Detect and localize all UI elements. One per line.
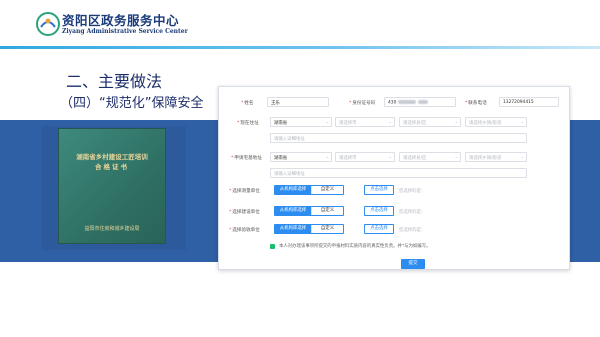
certificate-subtitle: 合格证书 [95, 163, 129, 171]
build-from-list-option[interactable]: 从机构库选择 [275, 207, 311, 215]
current-address-detail-field[interactable]: 请输入详细地址 [270, 133, 527, 143]
current-county-select[interactable]: 请选择县/区 ⌄ [399, 117, 461, 127]
submit-button[interactable]: 提交 [401, 259, 425, 269]
apply-city-select[interactable]: 请选择市 ⌄ [335, 152, 395, 162]
survey-pick-hint: 您选择的是： [399, 189, 426, 194]
phone-label: *联系电话 [465, 101, 487, 106]
id-label: *身份证号码 [349, 101, 376, 106]
apply-province-select[interactable]: 湖南省 ⌄ [270, 152, 332, 162]
survey-custom-option[interactable]: 自定义 [311, 186, 343, 194]
apply-address-detail-field[interactable]: 请输入详细地址 [270, 168, 527, 178]
application-form: *姓名 王乐 *身份证号码 430 *联系电话 13272094415 *现在住… [218, 86, 570, 270]
accept-unit-mode-toggle[interactable]: 从机构库选择 自定义 [274, 224, 344, 234]
apply-county-select[interactable]: 请选择县/区 ⌄ [399, 152, 461, 162]
accept-from-list-option[interactable]: 从机构库选择 [275, 225, 311, 233]
brand-name-cn: 资阳区政务服务中心 [62, 13, 180, 28]
slide-subtitle: （四）“规范化”保障安全 [60, 96, 204, 111]
certificate-issuer: 益阳市住房和城乡建设局 [84, 226, 140, 232]
build-pick-button[interactable]: 点击选择 [364, 206, 394, 216]
current-province-select[interactable]: 湖南省 ⌄ [270, 117, 332, 127]
brand-name-en: Ziyang Administrative Service Center [62, 28, 188, 35]
header-divider [0, 46, 600, 49]
certificate-title: 湖南省乡村建设工匠培训 [76, 153, 148, 161]
name-label: *姓名 [241, 101, 254, 106]
survey-pick-button[interactable]: 点击选择 [364, 185, 394, 195]
build-pick-hint: 您选择的是： [399, 210, 426, 215]
build-unit-label: *选择建设单位 [229, 210, 260, 215]
apply-town-select[interactable]: 请选择乡镇/街道 ⌄ [465, 152, 527, 162]
current-town-select[interactable]: 请选择乡镇/街道 ⌄ [465, 117, 527, 127]
survey-unit-label: *选择测量单位 [229, 189, 260, 194]
build-custom-option[interactable]: 自定义 [311, 207, 343, 215]
phone-field[interactable]: 13272094415 [499, 97, 559, 107]
id-number-field[interactable]: 430 [384, 97, 456, 107]
presentation-slide: 资阳区政务服务中心 Ziyang Administrative Service … [0, 0, 600, 337]
accept-custom-option[interactable]: 自定义 [311, 225, 343, 233]
accept-pick-hint: 您选择的是： [399, 228, 426, 233]
build-unit-mode-toggle[interactable]: 从机构库选择 自定义 [274, 206, 344, 216]
name-field[interactable]: 王乐 [267, 97, 329, 107]
certificate-photo: 湖南省乡村建设工匠培训 合格证书 益阳市住房和城乡建设局 [58, 128, 166, 244]
chevron-down-icon: ⌄ [388, 154, 392, 159]
current-address-label: *现在住址 [237, 121, 259, 126]
chevron-down-icon: ⌄ [454, 154, 458, 159]
survey-unit-mode-toggle[interactable]: 从机构库选择 自定义 [274, 185, 344, 195]
current-city-select[interactable]: 请选择市 ⌄ [335, 117, 395, 127]
chevron-down-icon: ⌄ [454, 119, 458, 124]
chevron-down-icon: ⌄ [325, 154, 329, 159]
accept-unit-label: *选择验收单位 [229, 228, 260, 233]
accept-pick-button[interactable]: 点击选择 [364, 224, 394, 234]
chevron-down-icon: ⌄ [520, 154, 524, 159]
apply-address-label: *申请宅基地址 [231, 156, 262, 161]
chevron-down-icon: ⌄ [325, 119, 329, 124]
service-center-logo-icon [36, 12, 60, 36]
survey-from-list-option[interactable]: 从机构库选择 [275, 186, 311, 194]
chevron-down-icon: ⌄ [388, 119, 392, 124]
agreement-checkbox[interactable] [270, 244, 275, 249]
chevron-down-icon: ⌄ [520, 119, 524, 124]
slide-title: 二、主要做法 [66, 72, 163, 91]
agreement-text: 本人对办理该事项所提交的申报材料实质内容的真实性负责。并*与为如编写。 [279, 244, 431, 249]
